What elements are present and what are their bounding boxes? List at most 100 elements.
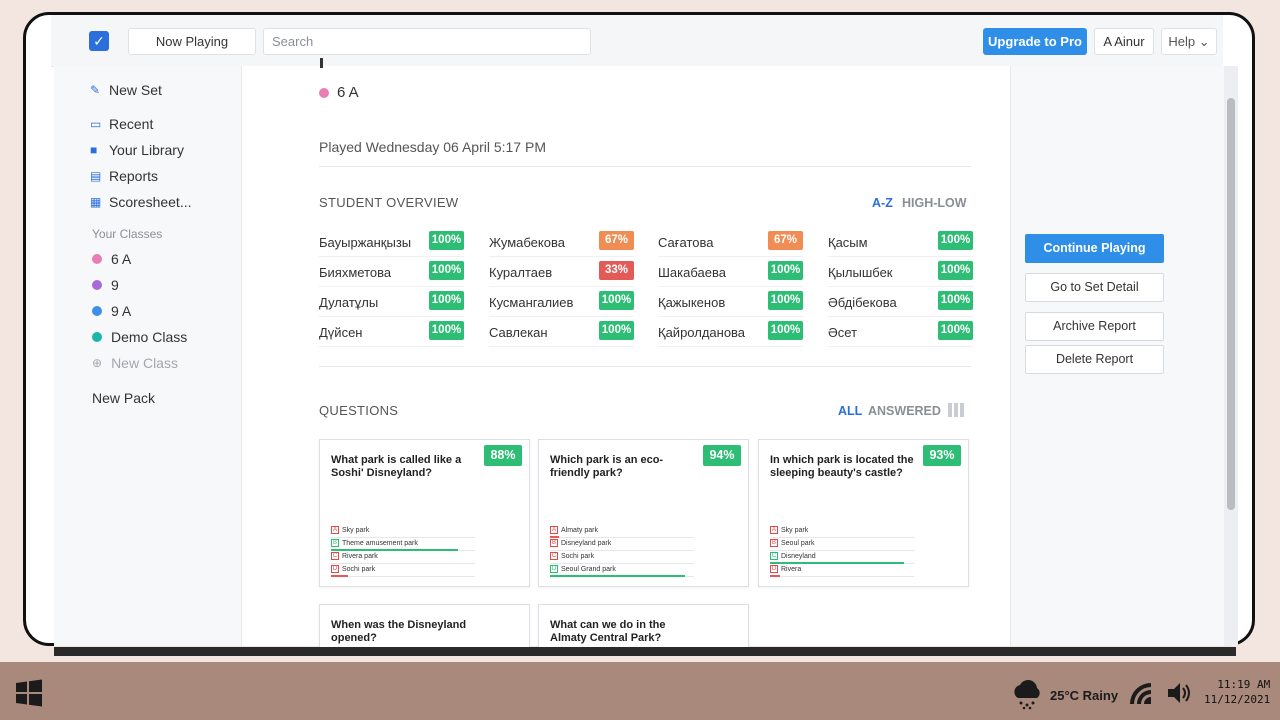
student-row[interactable]: Савлекан 100%: [489, 319, 634, 347]
weather-widget[interactable]: 25°C Rainy: [1010, 680, 1118, 710]
student-row[interactable]: Қайролданова 100%: [658, 319, 803, 347]
report-icon: ▤: [90, 169, 102, 183]
sidebar-item-recent[interactable]: ▭ Recent: [90, 116, 153, 132]
student-score-badge: 100%: [938, 321, 973, 340]
upgrade-button[interactable]: Upgrade to Pro: [983, 28, 1087, 55]
answer-share-bar: [550, 536, 559, 538]
answer-letter: C: [550, 552, 558, 560]
answer-share-bar: [770, 562, 904, 564]
recent-icon: ▭: [90, 117, 102, 131]
answer-option: D Seoul Grand park: [550, 565, 705, 577]
student-overview-heading: STUDENT OVERVIEW: [319, 195, 459, 210]
class-color-dot: [92, 306, 102, 316]
class-item-6a[interactable]: 6 A: [92, 251, 131, 267]
student-row[interactable]: Сағатова 67%: [658, 229, 803, 257]
student-name: Қасым: [828, 235, 868, 250]
go-to-set-detail-button[interactable]: Go to Set Detail: [1025, 273, 1164, 302]
student-row[interactable]: Бауыржанқызы 100%: [319, 229, 464, 257]
user-menu-button[interactable]: A Ainur: [1094, 28, 1154, 55]
question-score-badge: 88%: [484, 445, 522, 466]
question-card[interactable]: What park is called like a Soshi' Disney…: [319, 439, 530, 587]
new-pack-button[interactable]: New Pack: [92, 390, 155, 406]
new-class-button[interactable]: ⊕ New Class: [92, 355, 178, 371]
student-score-badge: 100%: [938, 261, 973, 280]
answer-track: [550, 537, 694, 538]
answer-track: [770, 576, 914, 577]
student-row[interactable]: Куралтаев 33%: [489, 259, 634, 287]
student-name: Сағатова: [658, 235, 714, 250]
continue-playing-button[interactable]: Continue Playing: [1025, 234, 1164, 263]
class-color-dot: [319, 87, 329, 98]
answer-option: B Theme amusement park: [331, 539, 486, 551]
question-card[interactable]: What can we do in the Almaty Central Par…: [538, 604, 749, 648]
class-item-9[interactable]: 9: [92, 277, 119, 293]
student-name: Савлекан: [489, 325, 548, 340]
student-score-badge: 100%: [768, 261, 803, 280]
new-class-label: New Class: [111, 355, 178, 371]
sort-az-button[interactable]: A-Z: [872, 196, 893, 210]
app-logo-icon[interactable]: ✓: [89, 31, 109, 51]
class-color-dot: [92, 332, 102, 342]
student-row[interactable]: Әсет 100%: [828, 319, 973, 347]
answer-track: [550, 563, 694, 564]
answer-letter: B: [770, 539, 778, 547]
grid-view-icon[interactable]: [948, 403, 964, 417]
class-item-demo[interactable]: Demo Class: [92, 329, 187, 345]
weather-label: 25°C Rainy: [1050, 687, 1119, 703]
student-row[interactable]: Әбдібекова 100%: [828, 289, 973, 317]
question-score-badge: 93%: [923, 445, 961, 466]
volume-icon[interactable]: [1166, 680, 1192, 706]
question-card[interactable]: In which park is located the sleeping be…: [758, 439, 969, 587]
answer-letter: B: [331, 539, 339, 547]
system-clock[interactable]: 11:19 AM 11/12/2021: [1204, 677, 1270, 707]
your-classes-heading: Your Classes: [92, 227, 163, 241]
windows-start-icon[interactable]: [15, 679, 43, 707]
student-name: Қайролданова: [658, 325, 746, 340]
delete-report-button[interactable]: Delete Report: [1025, 345, 1164, 374]
student-row[interactable]: Бияхметова 100%: [319, 259, 464, 287]
help-button[interactable]: Help ⌄: [1161, 28, 1217, 55]
student-name: Куралтаев: [489, 265, 553, 280]
filter-answered-button[interactable]: ANSWERED: [868, 404, 941, 418]
sidebar-item-label: Recent: [109, 116, 154, 132]
student-row[interactable]: Шакабаева 100%: [658, 259, 803, 287]
question-score-badge: 94%: [703, 445, 741, 466]
wifi-icon[interactable]: [1127, 680, 1153, 706]
student-row[interactable]: Жумабекова 67%: [489, 229, 634, 257]
student-row[interactable]: Қылышбек 100%: [828, 259, 973, 287]
search-input[interactable]: [263, 28, 591, 55]
scroll-thumb[interactable]: [1227, 98, 1235, 510]
new-set-button[interactable]: ✎ New Set: [90, 82, 162, 98]
sidebar-item-library[interactable]: ■ Your Library: [90, 142, 184, 158]
horizontal-scrollbar[interactable]: [54, 647, 1236, 656]
student-row[interactable]: Қажыкенов 100%: [658, 289, 803, 317]
vertical-scrollbar[interactable]: [1224, 66, 1238, 646]
answer-option: D Rivera: [770, 565, 925, 577]
sort-high-low-button[interactable]: HIGH-LOW: [902, 196, 967, 210]
student-name: Әсет: [828, 325, 858, 340]
grid-icon: ▦: [90, 195, 102, 209]
question-card[interactable]: Which park is an eco-friendly park? 94% A A…: [538, 439, 749, 587]
student-row[interactable]: Кусмангалиев 100%: [489, 289, 634, 317]
filter-all-button[interactable]: ALL: [838, 404, 862, 418]
sidebar-item-scoresheet[interactable]: ▦ Scoresheet...: [90, 194, 192, 210]
student-score-badge: 100%: [429, 261, 464, 280]
answer-text: Seoul park: [781, 539, 815, 547]
student-row[interactable]: Дулатұлы 100%: [319, 289, 464, 317]
now-playing-button[interactable]: Now Playing: [128, 28, 256, 55]
answer-option: C Disneyland: [770, 552, 925, 564]
chevron-down-icon: ⌄: [1198, 34, 1210, 49]
archive-report-button[interactable]: Archive Report: [1025, 312, 1164, 341]
class-item-9a[interactable]: 9 A: [92, 303, 131, 319]
student-row[interactable]: Қасым 100%: [828, 229, 973, 257]
student-score-badge: 100%: [938, 231, 973, 250]
answer-letter: A: [770, 526, 778, 534]
student-row[interactable]: Дүйсен 100%: [319, 319, 464, 347]
answer-text: Sochi park: [561, 552, 595, 560]
rain-cloud-icon: [1014, 680, 1040, 710]
answer-text: Disneyland park: [561, 539, 612, 547]
answer-option: D Sochi park: [331, 565, 486, 577]
question-card[interactable]: When was the Disneyland opened?: [319, 604, 530, 648]
sidebar-item-reports[interactable]: ▤ Reports: [90, 168, 158, 184]
answer-text: Theme amusement park: [342, 539, 418, 547]
